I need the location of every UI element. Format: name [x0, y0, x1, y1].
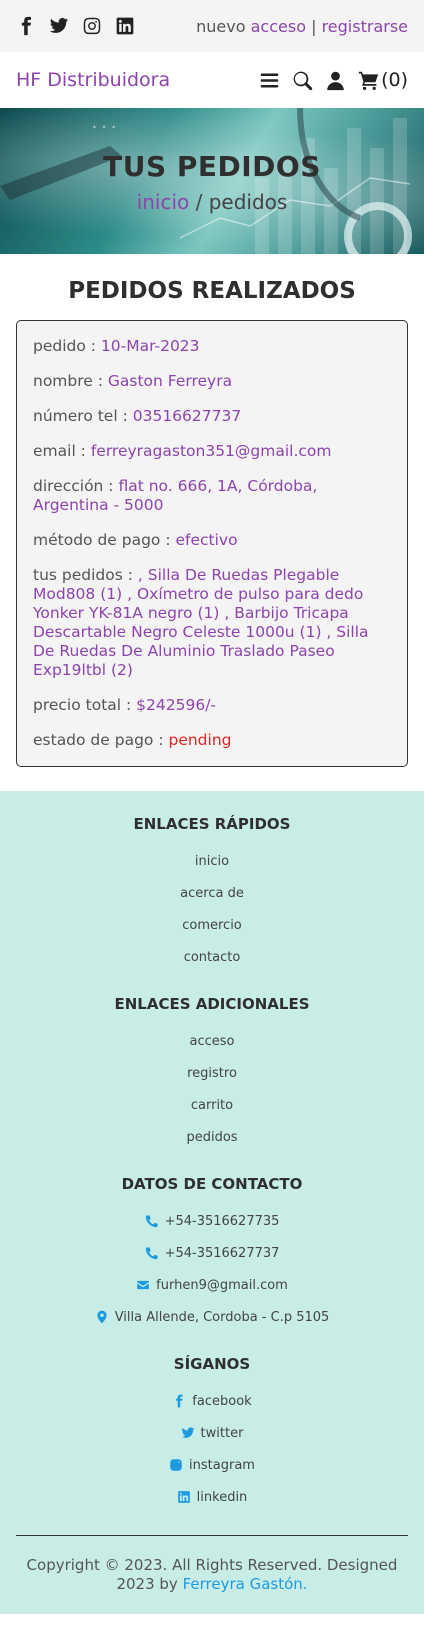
footer-link-comercio[interactable]: comercio — [16, 917, 408, 933]
page-title: TUS PEDIDOS — [103, 150, 321, 183]
order-phone-value: 03516627737 — [132, 407, 242, 425]
footer-link-contacto[interactable]: contacto — [16, 949, 408, 965]
menu-icon[interactable] — [259, 70, 280, 91]
order-card: pedido : 10-Mar-2023 nombre : Gaston Fer… — [16, 320, 408, 767]
instagram-icon — [169, 1458, 183, 1472]
footer-contact: DATOS DE CONTACTO +54-3516627735 +54-351… — [16, 1175, 408, 1325]
order-date-row: pedido : 10-Mar-2023 — [33, 337, 391, 356]
footer-facebook-link[interactable]: facebook — [16, 1393, 408, 1409]
footer-link-registro[interactable]: registro — [16, 1065, 408, 1081]
contact-phone-2[interactable]: +54-3516627737 — [16, 1245, 408, 1261]
author-link[interactable]: Ferreyra Gastón. — [183, 1575, 308, 1593]
footer-twitter-link[interactable]: twitter — [16, 1425, 408, 1441]
contact-address-text: Villa Allende, Cordoba - C.p 5105 — [114, 1309, 330, 1325]
footer-facebook-text: facebook — [192, 1393, 252, 1409]
order-name-value: Gaston Ferreyra — [107, 372, 233, 390]
contact-email[interactable]: furhen9@gmail.com — [16, 1277, 408, 1293]
twitter-icon[interactable] — [49, 16, 69, 36]
social-links — [16, 16, 135, 36]
field-label: dirección : — [33, 477, 119, 495]
orders-heading: PEDIDOS REALIZADOS — [68, 278, 356, 304]
instagram-icon[interactable] — [82, 16, 102, 36]
hero-banner: • • • TUS PEDIDOS inicio / pedidos — [0, 108, 424, 254]
twitter-icon — [181, 1426, 195, 1440]
footer-link-pedidos[interactable]: pedidos — [16, 1129, 408, 1145]
footer-section-title: DATOS DE CONTACTO — [121, 1175, 303, 1193]
cart-button[interactable]: (0) — [358, 69, 408, 91]
cart-count: (0) — [381, 69, 408, 91]
footer-section-title: ENLACES RÁPIDOS — [133, 815, 291, 833]
footer-instagram-link[interactable]: instagram — [16, 1457, 408, 1473]
footer-twitter-text: twitter — [200, 1425, 244, 1441]
auth-prefix: nuevo — [196, 16, 246, 36]
auth-links: nuevo acceso | registrarse — [196, 17, 408, 36]
auth-separator: | — [311, 16, 317, 36]
breadcrumb-home-link[interactable]: inicio — [137, 190, 190, 214]
order-name-row: nombre : Gaston Ferreyra — [33, 372, 391, 391]
field-label: pedido : — [33, 337, 101, 355]
field-label: email : — [33, 442, 91, 460]
field-label: nombre : — [33, 372, 108, 390]
order-payment-status-row: estado de pago : pending — [33, 731, 391, 750]
navbar: HF Distribuidora (0) — [0, 52, 424, 108]
field-label: número tel : — [33, 407, 133, 425]
order-payment-method-row: método de pago : efectivo — [33, 531, 391, 550]
footer-linkedin-link[interactable]: linkedin — [16, 1489, 408, 1505]
order-total-row: precio total : $242596/- — [33, 696, 391, 715]
footer: ENLACES RÁPIDOS inicio acerca de comerci… — [0, 791, 424, 1614]
field-label: tus pedidos : — [33, 566, 138, 584]
facebook-icon — [172, 1394, 186, 1408]
order-email-value: ferreyragaston351@gmail.com — [90, 442, 332, 460]
linkedin-icon[interactable] — [115, 16, 135, 36]
footer-linkedin-text: linkedin — [196, 1489, 248, 1505]
footer-link-inicio[interactable]: inicio — [16, 853, 408, 869]
svg-text:• • •: • • • — [92, 123, 116, 132]
order-phone-row: número tel : 03516627737 — [33, 407, 391, 426]
breadcrumb-separator: / — [189, 190, 209, 214]
footer-instagram-text: instagram — [189, 1457, 255, 1473]
order-date-value: 10-Mar-2023 — [100, 337, 200, 355]
footer-section-title: SÍGANOS — [173, 1355, 251, 1373]
login-link[interactable]: acceso — [251, 17, 306, 36]
payment-status-badge: pending — [168, 731, 232, 749]
phone-icon — [145, 1246, 159, 1260]
footer-quick-links: ENLACES RÁPIDOS inicio acerca de comerci… — [16, 815, 408, 965]
orders-section: PEDIDOS REALIZADOS pedido : 10-Mar-2023 … — [0, 254, 424, 791]
copyright: Copyright © 2023. All Rights Reserved. D… — [16, 1556, 408, 1594]
order-address-row: dirección : flat no. 666, 1A, Córdoba, A… — [33, 477, 391, 515]
field-label: método de pago : — [33, 531, 176, 549]
order-payment-method-value: efectivo — [175, 531, 238, 549]
cart-icon — [358, 70, 379, 91]
phone-icon — [145, 1214, 159, 1228]
order-email-row: email : ferreyragaston351@gmail.com — [33, 442, 391, 461]
brand-logo[interactable]: HF Distribuidora — [16, 69, 170, 91]
footer-social: SÍGANOS facebook twitter instagram linke… — [16, 1355, 408, 1505]
field-label: precio total : — [33, 696, 137, 714]
footer-link-acceso[interactable]: acceso — [16, 1033, 408, 1049]
linkedin-icon — [177, 1490, 191, 1504]
footer-link-carrito[interactable]: carrito — [16, 1097, 408, 1113]
contact-phone-1[interactable]: +54-3516627735 — [16, 1213, 408, 1229]
user-icon[interactable] — [325, 70, 346, 91]
map-marker-icon — [95, 1310, 109, 1324]
breadcrumb-current: pedidos — [208, 190, 288, 214]
register-link[interactable]: registrarse — [322, 17, 408, 36]
footer-extra-links: ENLACES ADICIONALES acceso registro carr… — [16, 995, 408, 1145]
footer-section-title: ENLACES ADICIONALES — [114, 995, 310, 1013]
top-bar: nuevo acceso | registrarse — [0, 0, 424, 52]
field-label: estado de pago : — [33, 731, 169, 749]
contact-phone-1-text: +54-3516627735 — [164, 1213, 280, 1229]
footer-link-acerca[interactable]: acerca de — [16, 885, 408, 901]
contact-address[interactable]: Villa Allende, Cordoba - C.p 5105 — [16, 1309, 408, 1325]
contact-phone-2-text: +54-3516627737 — [164, 1245, 280, 1261]
facebook-icon[interactable] — [16, 16, 36, 36]
nav-icons: (0) — [259, 69, 408, 91]
order-total-value: $242596/- — [136, 696, 217, 714]
order-products-row: tus pedidos : , Silla De Ruedas Plegable… — [33, 566, 391, 680]
footer-divider — [16, 1535, 408, 1536]
search-icon[interactable] — [292, 70, 313, 91]
breadcrumb: inicio / pedidos — [0, 190, 424, 214]
contact-email-text: furhen9@gmail.com — [156, 1277, 288, 1293]
envelope-icon — [136, 1278, 150, 1292]
